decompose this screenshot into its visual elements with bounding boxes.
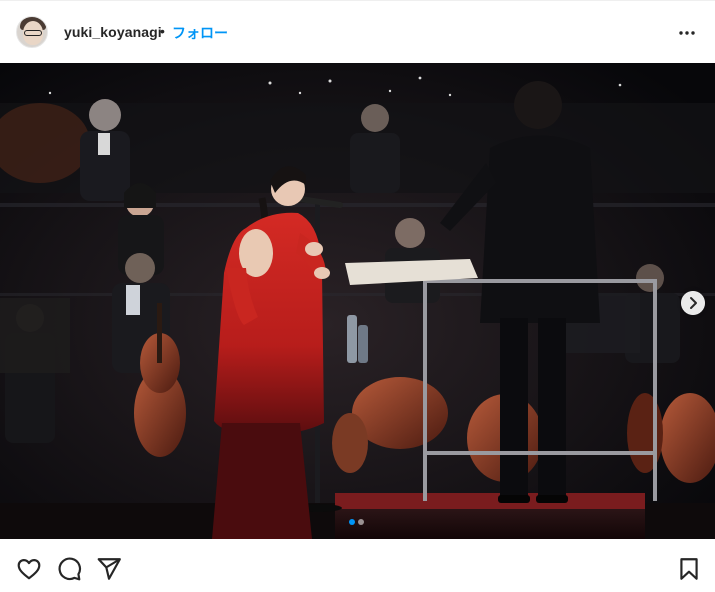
post-media[interactable] bbox=[0, 63, 715, 539]
username-link[interactable]: yuki_koyanagi bbox=[64, 24, 162, 40]
heart-icon[interactable] bbox=[16, 556, 42, 582]
send-icon[interactable] bbox=[96, 556, 122, 582]
bookmark-icon[interactable] bbox=[676, 556, 702, 582]
post-header: yuki_koyanagi • フォロー bbox=[0, 1, 715, 63]
instagram-post: yuki_koyanagi • フォロー bbox=[0, 0, 715, 592]
follow-button[interactable]: フォロー bbox=[172, 23, 228, 43]
more-horizontal-icon[interactable] bbox=[677, 23, 697, 43]
carousel-indicator bbox=[349, 519, 369, 527]
next-slide-button[interactable] bbox=[681, 291, 705, 315]
separator-dot: • bbox=[160, 23, 165, 39]
carousel-dot bbox=[358, 519, 364, 525]
comment-icon[interactable] bbox=[56, 556, 82, 582]
avatar[interactable] bbox=[16, 16, 48, 48]
concert-photo bbox=[0, 63, 715, 539]
action-bar bbox=[0, 539, 715, 592]
carousel-dot-active bbox=[349, 519, 355, 525]
